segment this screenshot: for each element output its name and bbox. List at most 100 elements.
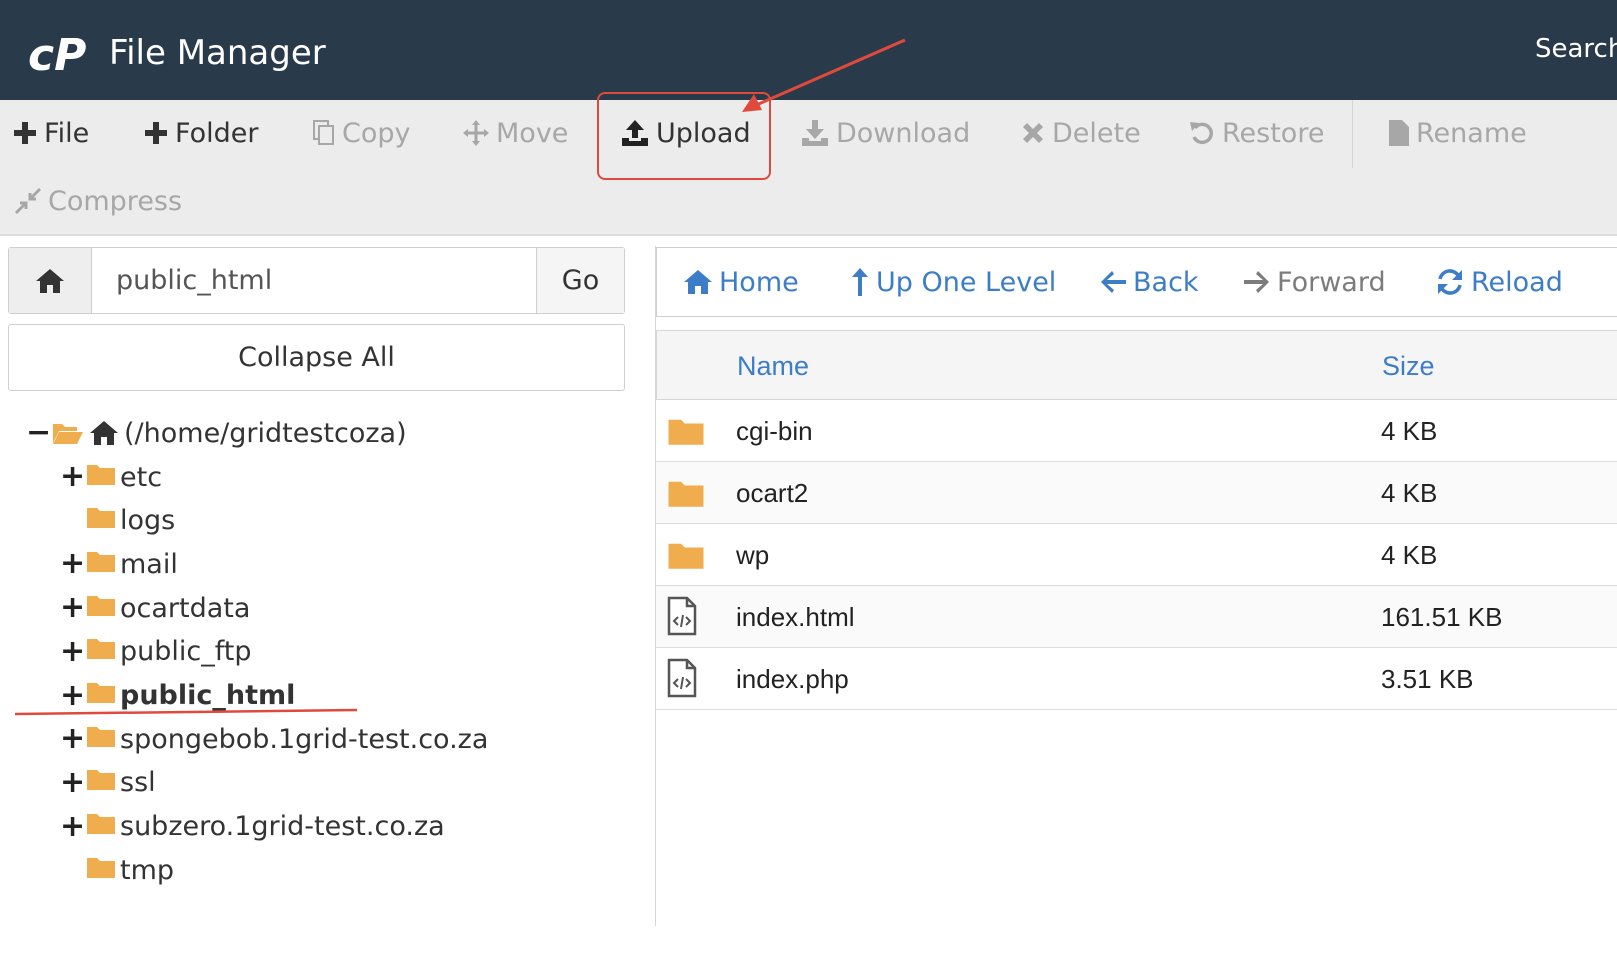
copy-icon (313, 120, 334, 145)
move-button[interactable]: Move (462, 113, 568, 153)
go-button[interactable]: Go (536, 248, 624, 313)
left-arrow-icon (1101, 271, 1126, 293)
rename-button[interactable]: Rename (1388, 113, 1527, 153)
table-row[interactable]: index.html 161.51 KB (656, 586, 1617, 648)
tree-item[interactable]: + ssl (60, 763, 156, 803)
right-arrow-icon (1244, 271, 1269, 293)
up-arrow-icon (852, 268, 868, 296)
app-title: File Manager (109, 33, 326, 73)
code-icon-wrap (666, 658, 698, 702)
nav-up-button[interactable]: Up One Level (850, 262, 1056, 302)
path-bar: Go (8, 247, 625, 314)
file-name: index.php (736, 664, 849, 694)
expand-toggle-icon[interactable]: + (60, 724, 85, 754)
tree-item[interactable]: + spongebob.1grid-test.co.za (60, 719, 488, 759)
tree-item-label: ssl (120, 767, 156, 799)
expand-toggle-icon[interactable]: + (60, 811, 85, 842)
plus-icon (14, 122, 36, 144)
nav-up-label: Up One Level (876, 266, 1057, 298)
tree-item[interactable]: + ocartdata (60, 588, 250, 628)
tree-item-label: etc (120, 461, 163, 493)
download-button[interactable]: Download (800, 113, 970, 153)
file-size: 4 KB (1381, 478, 1438, 508)
table-header: Name Size (656, 330, 1617, 400)
folder-icon-wrap (86, 505, 116, 536)
folder-icon-wrap (86, 767, 116, 798)
tree-item[interactable]: + public_ftp (60, 632, 252, 672)
tree-root-label: (/home/gridtestcoza) (124, 417, 407, 449)
tree-item[interactable]: tmp (60, 850, 174, 890)
name-column-header[interactable]: Name (737, 351, 809, 382)
tree-item-label: logs (120, 505, 176, 537)
table-row[interactable]: cgi-bin 4 KB (656, 400, 1617, 462)
tree-item-label: ocartdata (120, 592, 251, 624)
expand-toggle-icon[interactable]: + (60, 767, 85, 798)
nav-back-label: Back (1133, 266, 1199, 298)
copy-button[interactable]: Copy (312, 113, 411, 153)
compress-label: Compress (48, 185, 183, 217)
home-icon (90, 421, 118, 445)
nav-forward-label: Forward (1277, 266, 1386, 298)
nav-home-label: Home (719, 266, 799, 298)
restore-button[interactable]: Restore (1188, 113, 1324, 153)
folder-icon-wrap (666, 478, 706, 512)
expand-toggle-icon[interactable]: + (60, 549, 85, 579)
x-icon (1023, 123, 1043, 143)
folder-icon (87, 857, 115, 878)
new-folder-button[interactable]: Folder (143, 113, 258, 153)
tree-item[interactable]: + subzero.1grid-test.co.za (60, 807, 445, 847)
tree-item-label: subzero.1grid-test.co.za (120, 811, 445, 843)
collapse-all-button[interactable]: Collapse All (8, 324, 625, 391)
tree-item[interactable]: + etc (60, 457, 162, 497)
expand-toggle-icon[interactable]: + (60, 636, 85, 667)
table-row[interactable]: index.php 3.51 KB (656, 648, 1617, 710)
compress-button[interactable]: Compress (14, 181, 182, 221)
tree-root[interactable]: − (/home/gridtestcoza) (26, 413, 407, 453)
nav-forward-button[interactable]: Forward (1243, 262, 1386, 302)
folder-icon-wrap (86, 636, 116, 667)
new-folder-label: Folder (175, 117, 259, 149)
tree-item-label: spongebob.1grid-test.co.za (120, 723, 489, 755)
svg-text:cP: cP (28, 30, 86, 78)
folder-icon (87, 726, 115, 747)
path-home-button[interactable] (9, 248, 92, 313)
search-label[interactable]: Search (1535, 34, 1617, 64)
file-name: ocart2 (736, 478, 809, 508)
folder-icon (87, 770, 115, 791)
nav-reload-button[interactable]: Reload (1435, 262, 1563, 302)
table-row[interactable]: wp 4 KB (656, 524, 1617, 586)
delete-label: Delete (1052, 117, 1141, 149)
path-input[interactable] (92, 248, 536, 313)
toolbar: File Folder Copy Move Upload Download De… (0, 100, 1617, 236)
file-name: wp (736, 540, 770, 570)
folder-icon (87, 508, 115, 529)
new-file-label: File (44, 117, 90, 149)
nav-bar: Home Up One Level Back Forward Reload (656, 247, 1617, 317)
toolbar-separator (1352, 100, 1353, 168)
nav-home-button[interactable]: Home (683, 262, 799, 302)
download-label: Download (836, 117, 971, 149)
delete-button[interactable]: Delete (1020, 113, 1141, 153)
size-column-header[interactable]: Size (1382, 351, 1435, 382)
expand-toggle-icon[interactable]: + (60, 593, 85, 623)
move-label: Move (496, 117, 569, 149)
folder-icon-wrap (86, 680, 116, 711)
file-icon (1389, 120, 1409, 146)
code-file-icon (667, 596, 697, 636)
new-file-button[interactable]: File (12, 113, 89, 153)
folder-icon (87, 595, 115, 616)
annotation-underline (15, 708, 357, 716)
expand-toggle-icon[interactable]: + (60, 462, 85, 492)
restore-label: Restore (1222, 117, 1325, 149)
restore-icon (1190, 122, 1213, 145)
folder-icon (87, 464, 115, 485)
expand-toggle-icon[interactable]: + (60, 680, 85, 711)
table-row[interactable]: ocart2 4 KB (656, 462, 1617, 524)
collapse-toggle-icon[interactable]: − (26, 418, 51, 448)
tree-item[interactable]: + mail (60, 544, 178, 584)
code-file-icon (667, 658, 697, 698)
nav-back-button[interactable]: Back (1099, 262, 1199, 302)
tree-item-label: public_ftp (120, 636, 252, 668)
folder-icon-wrap (666, 540, 706, 574)
tree-item[interactable]: logs (60, 501, 175, 541)
